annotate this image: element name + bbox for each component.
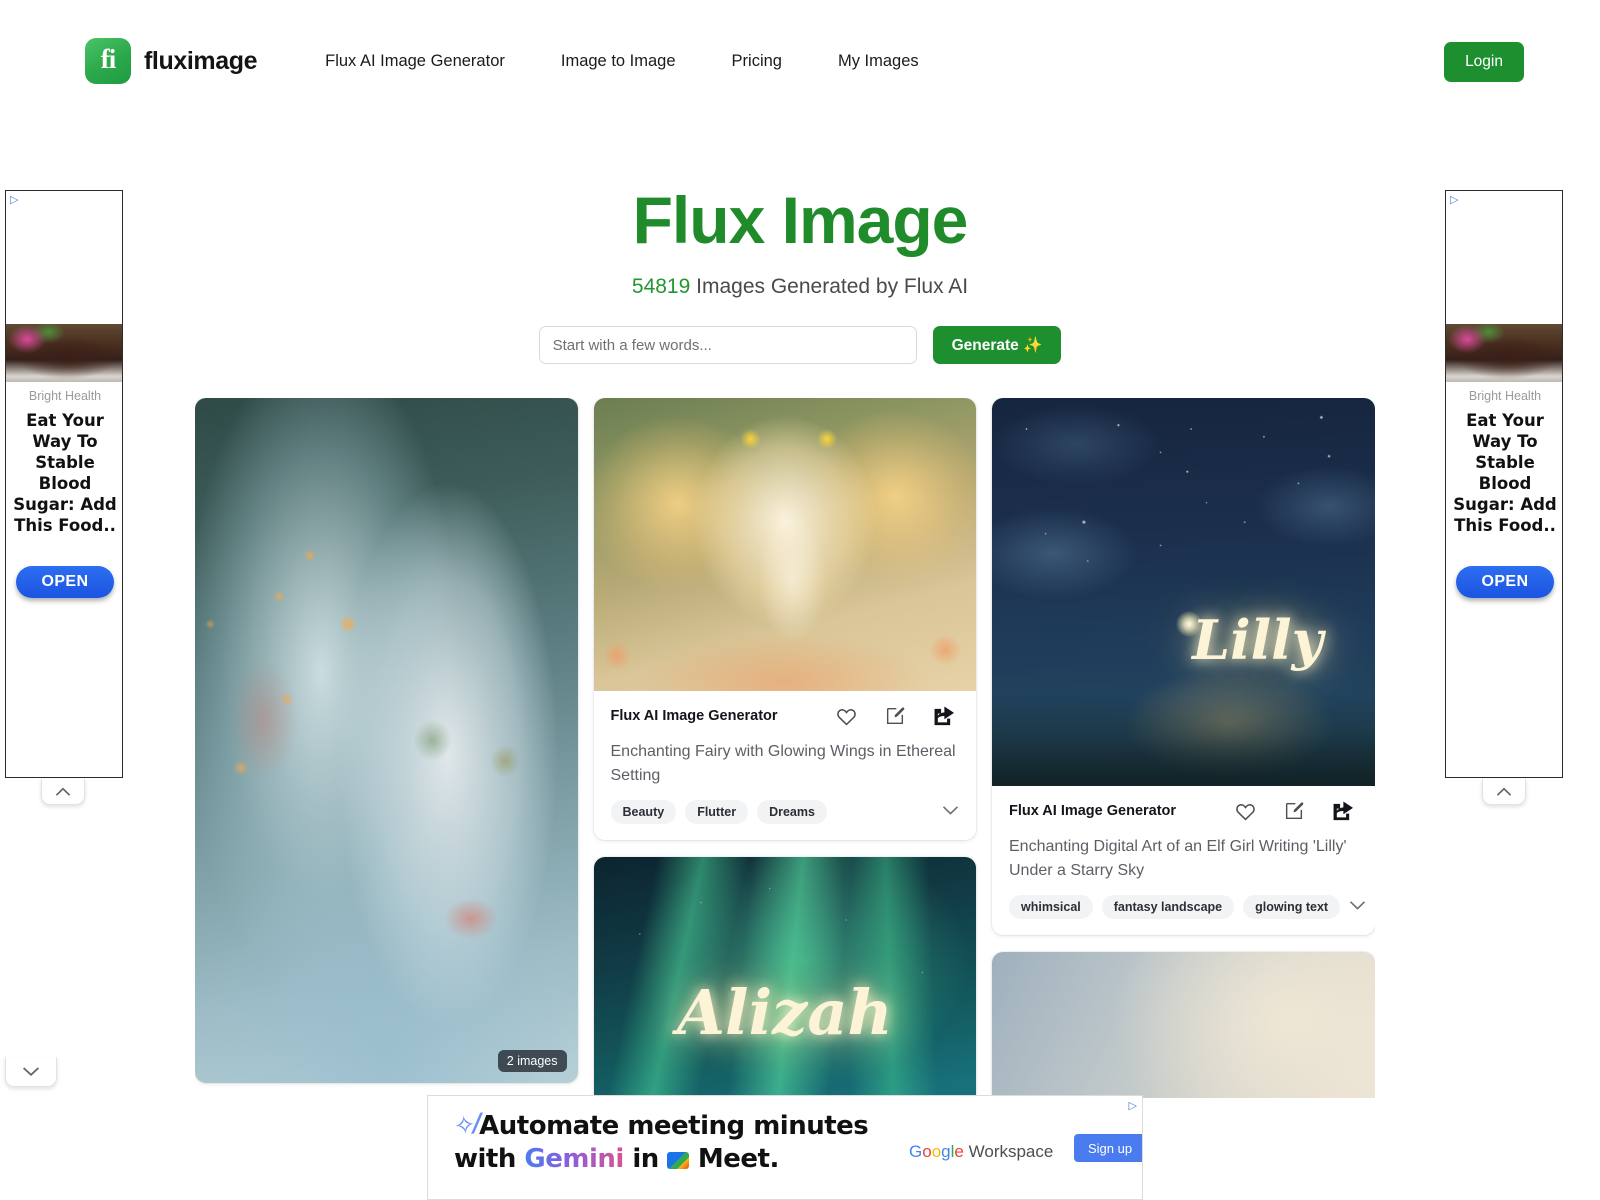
card-header-fairy: Flux AI Image Generator [611,706,960,726]
ad-banner-line2-prefix: with [454,1143,525,1174]
site-header: fi fluximage Flux AI Image Generator Ima… [0,0,1600,122]
google-meet-icon [667,1151,690,1169]
card-body-lilly: Flux AI Image Generator Enchanting Digit… [992,786,1375,935]
ad-banner-line2-mid: in [623,1143,668,1174]
left-rail-collapse-button[interactable] [41,779,85,805]
prompt-input[interactable] [538,326,917,365]
nav-item-image-to-image[interactable]: Image to Image [561,52,676,71]
card-description: Enchanting Fairy with Glowing Wings in E… [610,743,956,784]
ad-advertiser: Bright Health [28,389,102,403]
card-source-label: Flux AI Image Generator [1009,803,1177,819]
workspace-label: Workspace [968,1142,1054,1161]
share-icon[interactable] [933,706,955,726]
card-body-fairy: Flux AI Image Generator Enchanting Fairy… [594,691,977,840]
card-tags: whimsical fantasy landscape glowing text [1009,895,1366,920]
chevron-down-icon[interactable] [1349,898,1366,916]
heart-icon[interactable] [1235,802,1256,821]
brand-name: fluximage [144,46,258,75]
google-wordmark: Google [909,1142,964,1161]
feed-column-2: Flux AI Image Generator Enchanting Fairy… [593,398,977,1098]
ad-left-rail[interactable]: ▷ Bright Health Eat Your Way To Stable B… [5,190,123,778]
card-tags: Beauty Flutter Dreams [610,800,960,825]
tag-whimsical[interactable]: whimsical [1009,895,1093,920]
ad-bottom-banner[interactable]: ▷ ✧⁄Automate meeting minutes with Gemini… [427,1095,1143,1200]
tag-dreams[interactable]: Dreams [757,800,827,825]
image-card-elf-portrait[interactable]: 2 images [195,398,578,1083]
right-rail-collapse-button[interactable] [1482,779,1526,805]
generated-count-line: 54819 Images Generated by Flux AI [0,275,1600,299]
ad-signup-button[interactable]: Sign up [1074,1134,1142,1162]
image-count-badge: 2 images [497,1050,567,1072]
edit-icon[interactable] [1284,801,1304,821]
ad-headline: Eat Your Way To Stable Blood Sugar: Add … [1453,411,1557,535]
card-artwork-elf-portrait[interactable]: 2 images [195,398,578,1083]
ad-banner-gemini: Gemini [524,1143,624,1174]
ad-choices-icon[interactable]: ▷ [1450,194,1464,206]
ad-open-button[interactable]: OPEN [16,566,114,598]
nav-item-my-images[interactable]: My Images [838,52,919,71]
tag-glowing-text[interactable]: glowing text [1243,895,1341,920]
main-nav: Flux AI Image Generator Image to Image P… [325,52,919,71]
ad-banner-text: ✧⁄Automate meeting minutes with Gemini i… [451,1109,884,1176]
card-artwork-lilly[interactable]: Lilly [992,398,1375,786]
chevron-down-icon[interactable] [942,803,959,821]
hero-section: Flux Image 54819 Images Generated by Flu… [0,183,1600,365]
card-artwork-pale-sky[interactable] [992,952,1375,1098]
generated-count: 54819 [631,275,691,299]
ad-right-rail[interactable]: ▷ Bright Health Eat Your Way To Stable B… [1445,190,1563,778]
ad-open-button[interactable]: OPEN [1456,566,1554,598]
feed-column-1: 2 images [195,398,578,1098]
card-actions [1235,801,1354,821]
share-icon[interactable] [1332,801,1354,821]
ad-banner-line2-suffix: Meet. [689,1143,779,1174]
sparkle-wand-icon: ✧⁄ [451,1109,482,1143]
nav-item-pricing[interactable]: Pricing [732,52,782,71]
ad-image [1446,324,1562,382]
bottom-left-expand-button[interactable] [5,1057,57,1087]
ad-choices-icon[interactable]: ▷ [1129,1099,1137,1112]
card-artwork-alizah[interactable]: Alizah [593,857,976,1098]
image-card-lilly[interactable]: Lilly Flux AI Image Generator Enchanting… [992,398,1375,936]
fluximage-logo-icon: fi [85,38,131,84]
image-feed-grid: 2 images Flux AI Image Generator Enchant… [195,398,1375,1098]
ad-banner-line1: Automate meeting minutes [479,1111,869,1141]
generate-button[interactable]: Generate ✨ [932,326,1062,365]
brand-logo[interactable]: fi fluximage [85,38,258,84]
ad-choices-icon[interactable]: ▷ [10,194,24,206]
prompt-row: Generate ✨ [0,326,1600,365]
tag-fantasy-landscape[interactable]: fantasy landscape [1101,895,1235,920]
image-card-fairy[interactable]: Flux AI Image Generator Enchanting Fairy… [593,398,977,841]
image-card-pale-sky[interactable] [992,952,1375,1098]
ad-banner-advertiser: Google Workspace [909,1142,1053,1162]
feed-column-3: Lilly Flux AI Image Generator Enchanting… [992,398,1375,1098]
card-actions [836,706,955,726]
login-button[interactable]: Login [1444,42,1524,82]
ad-headline: Eat Your Way To Stable Blood Sugar: Add … [13,411,117,535]
tag-flutter[interactable]: Flutter [685,800,749,825]
card-source-label: Flux AI Image Generator [610,708,778,724]
ad-advertiser: Bright Health [1468,389,1542,403]
generated-count-suffix: Images Generated by Flux AI [690,275,969,299]
nav-item-flux-ai-image-generator[interactable]: Flux AI Image Generator [325,52,505,71]
card-artwork-fairy[interactable] [593,398,976,691]
card-description: Enchanting Digital Art of an Elf Girl Wr… [1009,838,1347,879]
image-card-alizah[interactable]: Alizah [593,857,976,1098]
card-header-lilly: Flux AI Image Generator [1009,801,1358,821]
edit-icon[interactable] [885,706,905,726]
tag-beauty[interactable]: Beauty [610,800,677,825]
heart-icon[interactable] [836,707,857,726]
page-title: Flux Image [632,183,969,257]
ad-image [6,324,122,382]
